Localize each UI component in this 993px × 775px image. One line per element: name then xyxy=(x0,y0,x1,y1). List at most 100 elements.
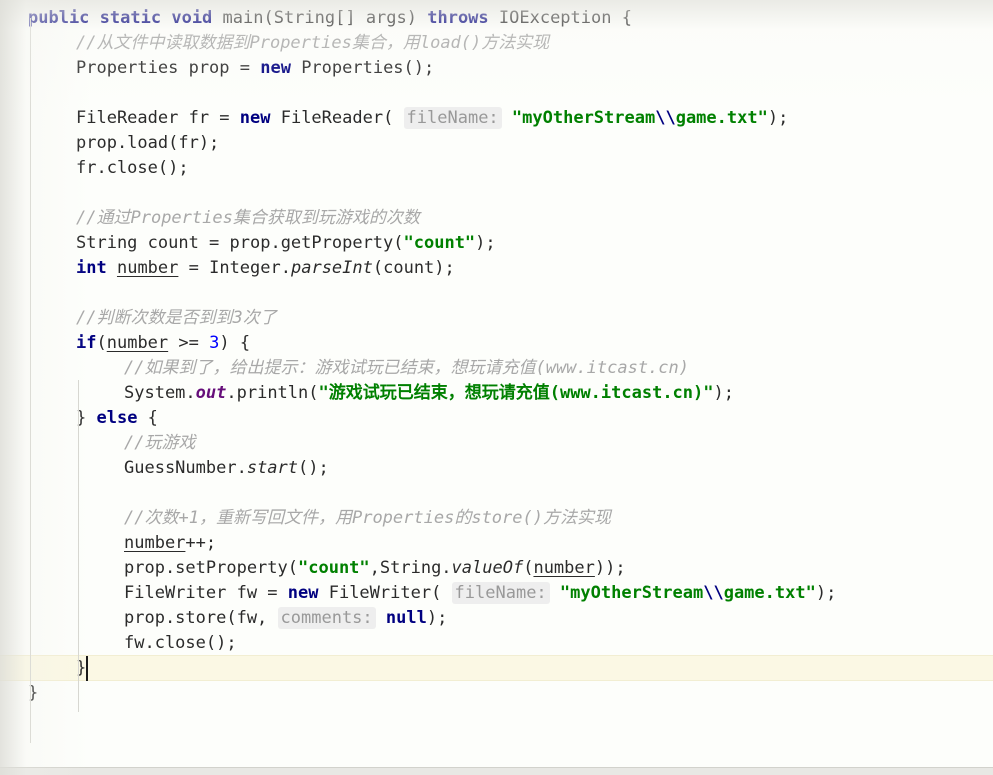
code-token-cmt: 的 xyxy=(454,508,472,528)
code-token-plain: FileReader( xyxy=(270,108,404,128)
code-line[interactable]: FileReader fr = new FileReader( fileName… xyxy=(0,106,993,131)
code-token-kw: null xyxy=(385,608,427,628)
code-token-str: "myOtherStream xyxy=(511,108,656,128)
code-token-kw: throws xyxy=(427,8,489,28)
code-token-cmt-ital: Properties xyxy=(351,508,455,528)
editor-bottom-strip xyxy=(0,767,993,775)
code-token-str: "count" xyxy=(403,233,476,253)
code-token-plain: ); xyxy=(475,233,496,253)
code-line[interactable] xyxy=(0,81,993,106)
code-line[interactable]: GuessNumber.start(); xyxy=(0,456,993,481)
code-token-plain: { xyxy=(137,408,158,428)
code-token-hint: fileName: xyxy=(403,107,502,129)
code-line[interactable]: //判断次数是否到到3次了 xyxy=(0,306,993,331)
code-token-cmt: 集合获取到玩游戏的次数 xyxy=(232,208,420,228)
text-caret xyxy=(86,656,88,681)
code-line[interactable]: prop.setProperty("count",String.valueOf(… xyxy=(0,556,993,581)
code-token-plain: GuessNumber. xyxy=(124,458,247,478)
code-token-plain: prop.setProperty( xyxy=(124,558,298,578)
code-line[interactable]: if(number >= 3) { xyxy=(0,331,993,356)
code-token-cmt-ital: //次数 xyxy=(124,508,179,528)
code-line[interactable]: Properties prop = new Properties(); xyxy=(0,56,993,81)
code-token-plain: ( xyxy=(96,333,107,353)
code-line[interactable]: //如果到了，给出提示：游戏试玩已结束，想玩请充值(www.itcast.cn) xyxy=(0,356,993,381)
code-line[interactable] xyxy=(0,181,993,206)
code-token-plain: Properties(); xyxy=(290,58,435,78)
code-token-cmt: 方法实现 xyxy=(542,508,611,528)
code-line[interactable]: FileWriter fw = new FileWriter( fileName… xyxy=(0,581,993,606)
code-token-num: 3 xyxy=(209,333,220,353)
code-token-cmt: //通过 xyxy=(76,208,131,228)
code-token-varund: number xyxy=(106,333,169,353)
code-token-kw: new xyxy=(260,58,291,78)
code-line[interactable]: //从文件中读取数据到Properties集合，用load()方法实现 xyxy=(0,31,993,56)
code-line[interactable]: prop.store(fw, comments: null); xyxy=(0,606,993,631)
code-token-str: game.txt" xyxy=(675,108,768,128)
code-token-cmt: 次了 xyxy=(242,308,277,328)
code-line[interactable]: String count = prop.getProperty("count")… xyxy=(0,231,993,256)
code-token-plain: fr.close(); xyxy=(76,158,189,178)
code-token-plain: Properties prop = xyxy=(76,58,261,78)
code-line[interactable]: public static void main(String[] args) t… xyxy=(0,6,993,31)
indent-guide-1 xyxy=(78,380,79,712)
code-line[interactable]: int number = Integer.parseInt(count); xyxy=(0,256,993,281)
code-token-plain: } xyxy=(76,408,97,428)
code-line[interactable]: //玩游戏 xyxy=(0,431,993,456)
code-token-plain: .println( xyxy=(226,383,319,403)
code-token-cmt-ital: load() xyxy=(419,33,482,53)
code-token-varund: number xyxy=(116,258,179,278)
code-token-cmt-ital: store() xyxy=(471,508,543,528)
code-token-varund: number xyxy=(124,533,186,553)
code-line[interactable]: fr.close(); xyxy=(0,156,993,181)
code-token-plain: ); xyxy=(767,108,789,128)
code-token-plain: = Integer. xyxy=(178,258,291,278)
code-token-plain: String count = prop.getProperty( xyxy=(76,233,404,253)
code-editor[interactable]: public static void main(String[] args) t… xyxy=(0,0,993,775)
code-token-plain: prop.store(fw, xyxy=(124,608,278,628)
code-line[interactable] xyxy=(0,481,993,506)
code-token-plain: ); xyxy=(815,583,837,603)
code-token-plain: prop.load(fr); xyxy=(76,133,220,153)
code-line[interactable]: prop.load(fr); xyxy=(0,131,993,156)
code-token-cmt: ，重新写回文件，用 xyxy=(198,508,352,528)
code-token-str: "count" xyxy=(298,558,370,578)
code-token-plain: main(String[] args) xyxy=(212,8,428,28)
code-token-plain: FileReader fr = xyxy=(76,108,240,128)
code-token-str: "游戏试玩已结束，想玩请充值(www.itcast.cn)" xyxy=(318,383,714,403)
code-line[interactable]: } xyxy=(0,656,993,681)
code-token-cmt: //从文件中读取数据到 xyxy=(76,33,250,53)
code-token-plain: FileWriter( xyxy=(318,583,452,603)
code-line[interactable]: } else { xyxy=(0,406,993,431)
code-token-cmt: //如果到了，给出提示：游戏试玩已结束，想玩请充值 xyxy=(124,358,536,378)
indent-guide-0 xyxy=(30,18,31,743)
code-token-statmeth: valueOf xyxy=(451,558,524,578)
code-line[interactable] xyxy=(0,281,993,306)
code-token-cmt-ital: +1 xyxy=(178,508,199,528)
code-token-kw: int xyxy=(76,258,107,278)
code-line[interactable]: } xyxy=(0,681,993,706)
code-token-plain: ) { xyxy=(219,333,251,353)
code-token-plain: (count); xyxy=(372,258,455,278)
code-token-plain: ,String. xyxy=(369,558,452,578)
code-line[interactable]: //通过Properties集合获取到玩游戏的次数 xyxy=(0,206,993,231)
code-token-esc: \\ xyxy=(703,583,724,603)
code-token-varund: number xyxy=(533,558,595,578)
code-token-kw: new xyxy=(239,108,271,128)
code-line[interactable]: fw.close(); xyxy=(0,631,993,656)
code-token-esc: \\ xyxy=(655,108,676,128)
code-token-cmt: //玩游戏 xyxy=(124,433,196,453)
code-token-cmt-ital: Properties xyxy=(130,208,233,228)
code-token-plain: IOException { xyxy=(488,8,632,28)
code-token-plain: FileWriter fw = xyxy=(124,583,288,603)
code-token-kw: void xyxy=(171,8,213,28)
code-token-kw: static xyxy=(99,8,162,28)
code-line[interactable]: //次数+1，重新写回文件，用Properties的store()方法实现 xyxy=(0,506,993,531)
code-token-statfld: out xyxy=(195,383,227,403)
code-line[interactable]: System.out.println("游戏试玩已结束，想玩请充值(www.it… xyxy=(0,381,993,406)
code-line[interactable]: number++; xyxy=(0,531,993,556)
code-token-str: game.txt" xyxy=(723,583,816,603)
code-token-statmeth: start xyxy=(246,458,299,478)
code-token-cmt: //判断次数是否到到 xyxy=(76,308,233,328)
